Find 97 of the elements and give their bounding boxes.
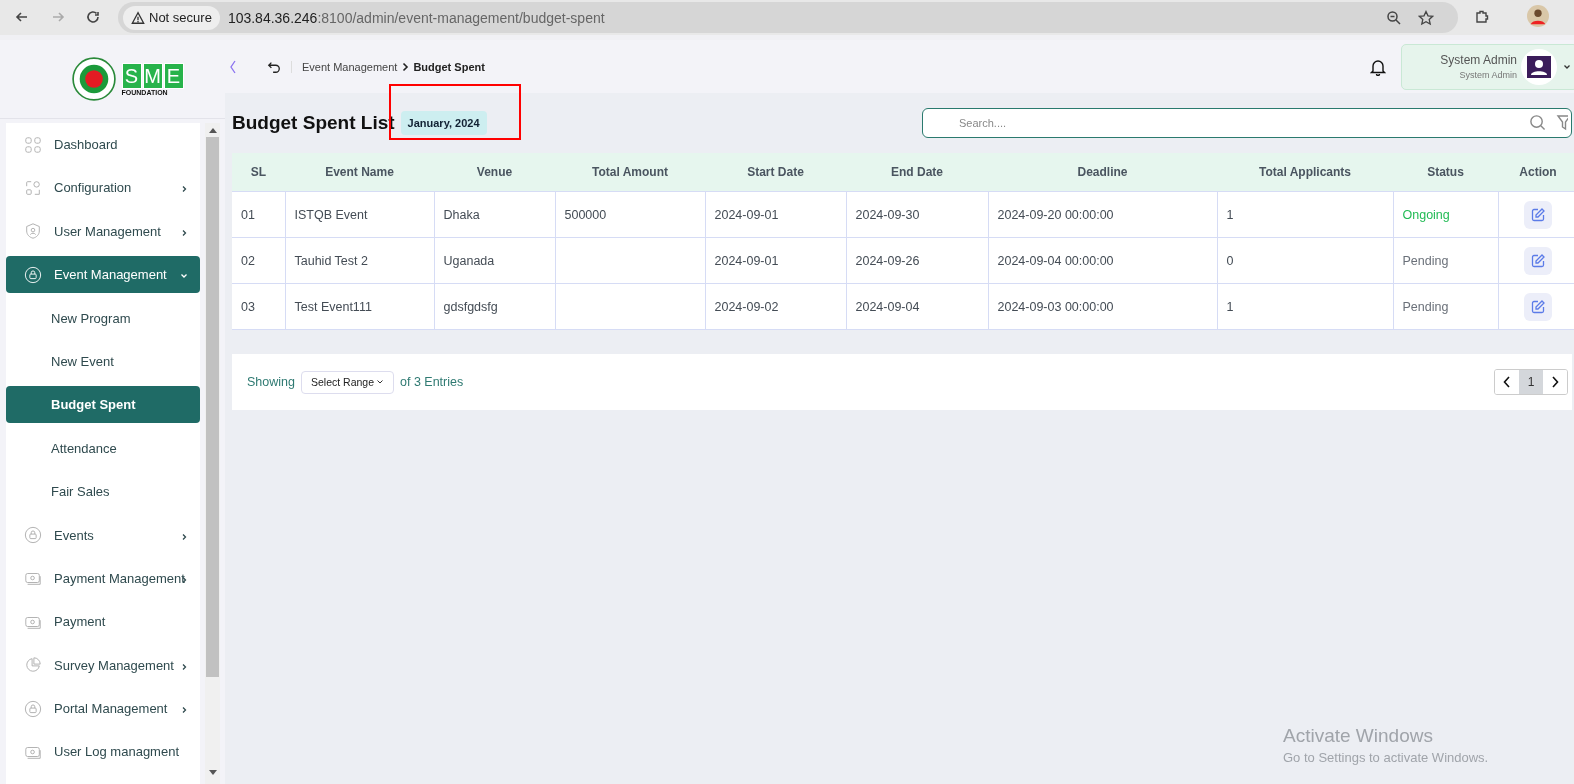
search-icon[interactable]: [1529, 114, 1546, 131]
breadcrumb-link[interactable]: Event Management: [302, 60, 398, 73]
pencil-icon: [1530, 252, 1547, 269]
scroll-down-icon[interactable]: [208, 770, 217, 776]
url-text: 103.84.36.246:8100/admin/event-management/budget-spent: [227, 9, 605, 26]
pencil-icon: [1530, 206, 1547, 223]
column-header: Action: [1498, 153, 1574, 192]
status-cell: Pending: [1393, 237, 1498, 284]
table-cell: 2024-09-30: [846, 191, 988, 238]
edit-button[interactable]: [1524, 246, 1553, 275]
table-cell: 03: [232, 283, 285, 330]
sidebar-subitem[interactable]: Budget Spent: [6, 386, 200, 424]
lock-icon: [24, 526, 42, 544]
table-cell: Uganada: [434, 237, 555, 284]
sidebar-item[interactable]: Events: [6, 516, 200, 554]
table-cell: 2024-09-02: [705, 283, 846, 330]
column-header: Venue: [434, 153, 555, 192]
user-role: System Admin: [1459, 70, 1517, 80]
avatar-icon: [1527, 55, 1551, 78]
table-cell: 2024-09-04 00:00:00: [988, 237, 1217, 284]
collapse-icon[interactable]: [229, 58, 237, 75]
column-header: Total Applicants: [1217, 153, 1393, 192]
period-badge: January, 2024: [400, 111, 487, 135]
page-button[interactable]: 1: [1519, 370, 1543, 394]
table-cell: 2024-09-01: [705, 237, 846, 284]
table-cell: 1: [1217, 283, 1393, 330]
security-chip[interactable]: Not secure: [123, 5, 220, 30]
status-cell: Pending: [1393, 283, 1498, 330]
shield-icon: [24, 222, 42, 241]
pencil-icon: [1530, 298, 1547, 315]
edit-button[interactable]: [1524, 292, 1553, 321]
scroll-up-icon[interactable]: [208, 127, 217, 133]
chevron-down-icon: [1563, 62, 1571, 71]
table-cell: 500000: [555, 191, 705, 238]
column-header: Event Name: [285, 153, 434, 192]
sidebar-subitem[interactable]: Fair Sales: [6, 473, 200, 511]
star-icon[interactable]: [1418, 10, 1434, 26]
extensions-icon[interactable]: [1474, 9, 1490, 25]
zoom-icon[interactable]: [1386, 10, 1402, 26]
table-cell: 1: [1217, 191, 1393, 238]
shapes-icon: [24, 178, 42, 197]
sidebar-item[interactable]: User Management: [6, 212, 200, 250]
sidebar-subitem[interactable]: New Program: [6, 299, 200, 337]
sidebar-subitem[interactable]: Attendance: [6, 429, 200, 467]
caret-icon: [376, 378, 384, 386]
table-cell: 2024-09-04: [846, 283, 988, 330]
range-dropdown[interactable]: Select Range: [300, 370, 394, 394]
sidebar-item[interactable]: Survey Management: [6, 646, 200, 684]
column-header: SL: [232, 153, 285, 192]
table-cell: Tauhid Test 2: [285, 237, 434, 284]
sidebar-item[interactable]: Configuration: [6, 169, 200, 207]
table-cell: 2024-09-26: [846, 237, 988, 284]
lock-icon: [24, 699, 42, 718]
status-cell: Ongoing: [1393, 191, 1498, 238]
table-cell: Test Event111: [285, 283, 434, 330]
sidebar-item[interactable]: Payment: [6, 603, 200, 641]
showing-label: Showing: [247, 375, 295, 389]
edit-button[interactable]: [1524, 200, 1553, 229]
column-header: Status: [1393, 153, 1498, 192]
table-cell: ISTQB Event: [285, 191, 434, 238]
table-cell: 2024-09-03 00:00:00: [988, 283, 1217, 330]
table-cell: 02: [232, 237, 285, 284]
sidebar-item[interactable]: User Log managment: [6, 733, 200, 771]
scrollbar[interactable]: [205, 123, 220, 784]
warning-icon: [131, 10, 145, 25]
sidebar-subitem[interactable]: New Event: [6, 342, 200, 380]
user-menu[interactable]: System Admin System Admin: [1401, 43, 1574, 90]
entries-label: of 3 Entries: [400, 375, 464, 389]
table-cell: 01: [232, 191, 285, 238]
column-header: Deadline: [988, 153, 1217, 192]
table-cell: Dhaka: [434, 191, 555, 238]
sidebar-item[interactable]: Dashboard: [6, 126, 200, 163]
pie-chart-icon: [24, 656, 42, 675]
table-cell: 0: [1217, 237, 1393, 284]
grid-icon: [24, 135, 42, 154]
sidebar-item[interactable]: Event Management: [6, 256, 200, 294]
activation-text: Go to Settings to activate Windows.: [1283, 750, 1489, 765]
address-bar[interactable]: Not secure 103.84.36.246:8100/admin/event-management/budget-spent: [118, 2, 1458, 33]
column-header: Total Amount: [555, 153, 705, 192]
filter-icon[interactable]: [1556, 114, 1568, 132]
sidebar-item[interactable]: Payment Management: [6, 559, 200, 597]
profile-avatar-icon[interactable]: [1527, 5, 1549, 27]
table-cell: 2024-09-20 00:00:00: [988, 191, 1217, 238]
column-header: End Date: [846, 153, 988, 192]
bell-icon[interactable]: [1370, 57, 1386, 76]
chevron-right-icon: [401, 61, 410, 72]
search-field[interactable]: Search....: [922, 108, 1572, 138]
reload-icon[interactable]: [85, 9, 101, 25]
activation-title: Activate Windows: [1283, 725, 1434, 747]
user-name: System Admin: [1440, 53, 1517, 67]
table-cell: gdsfgdsfg: [434, 283, 555, 330]
sidebar-item[interactable]: Portal Management: [6, 690, 200, 728]
column-header: Start Date: [705, 153, 846, 192]
chevron-left-icon: [1503, 376, 1511, 388]
chevron-right-icon: [1551, 376, 1559, 388]
table-cell: 2024-09-01: [705, 191, 846, 238]
lock-icon: [24, 265, 42, 284]
